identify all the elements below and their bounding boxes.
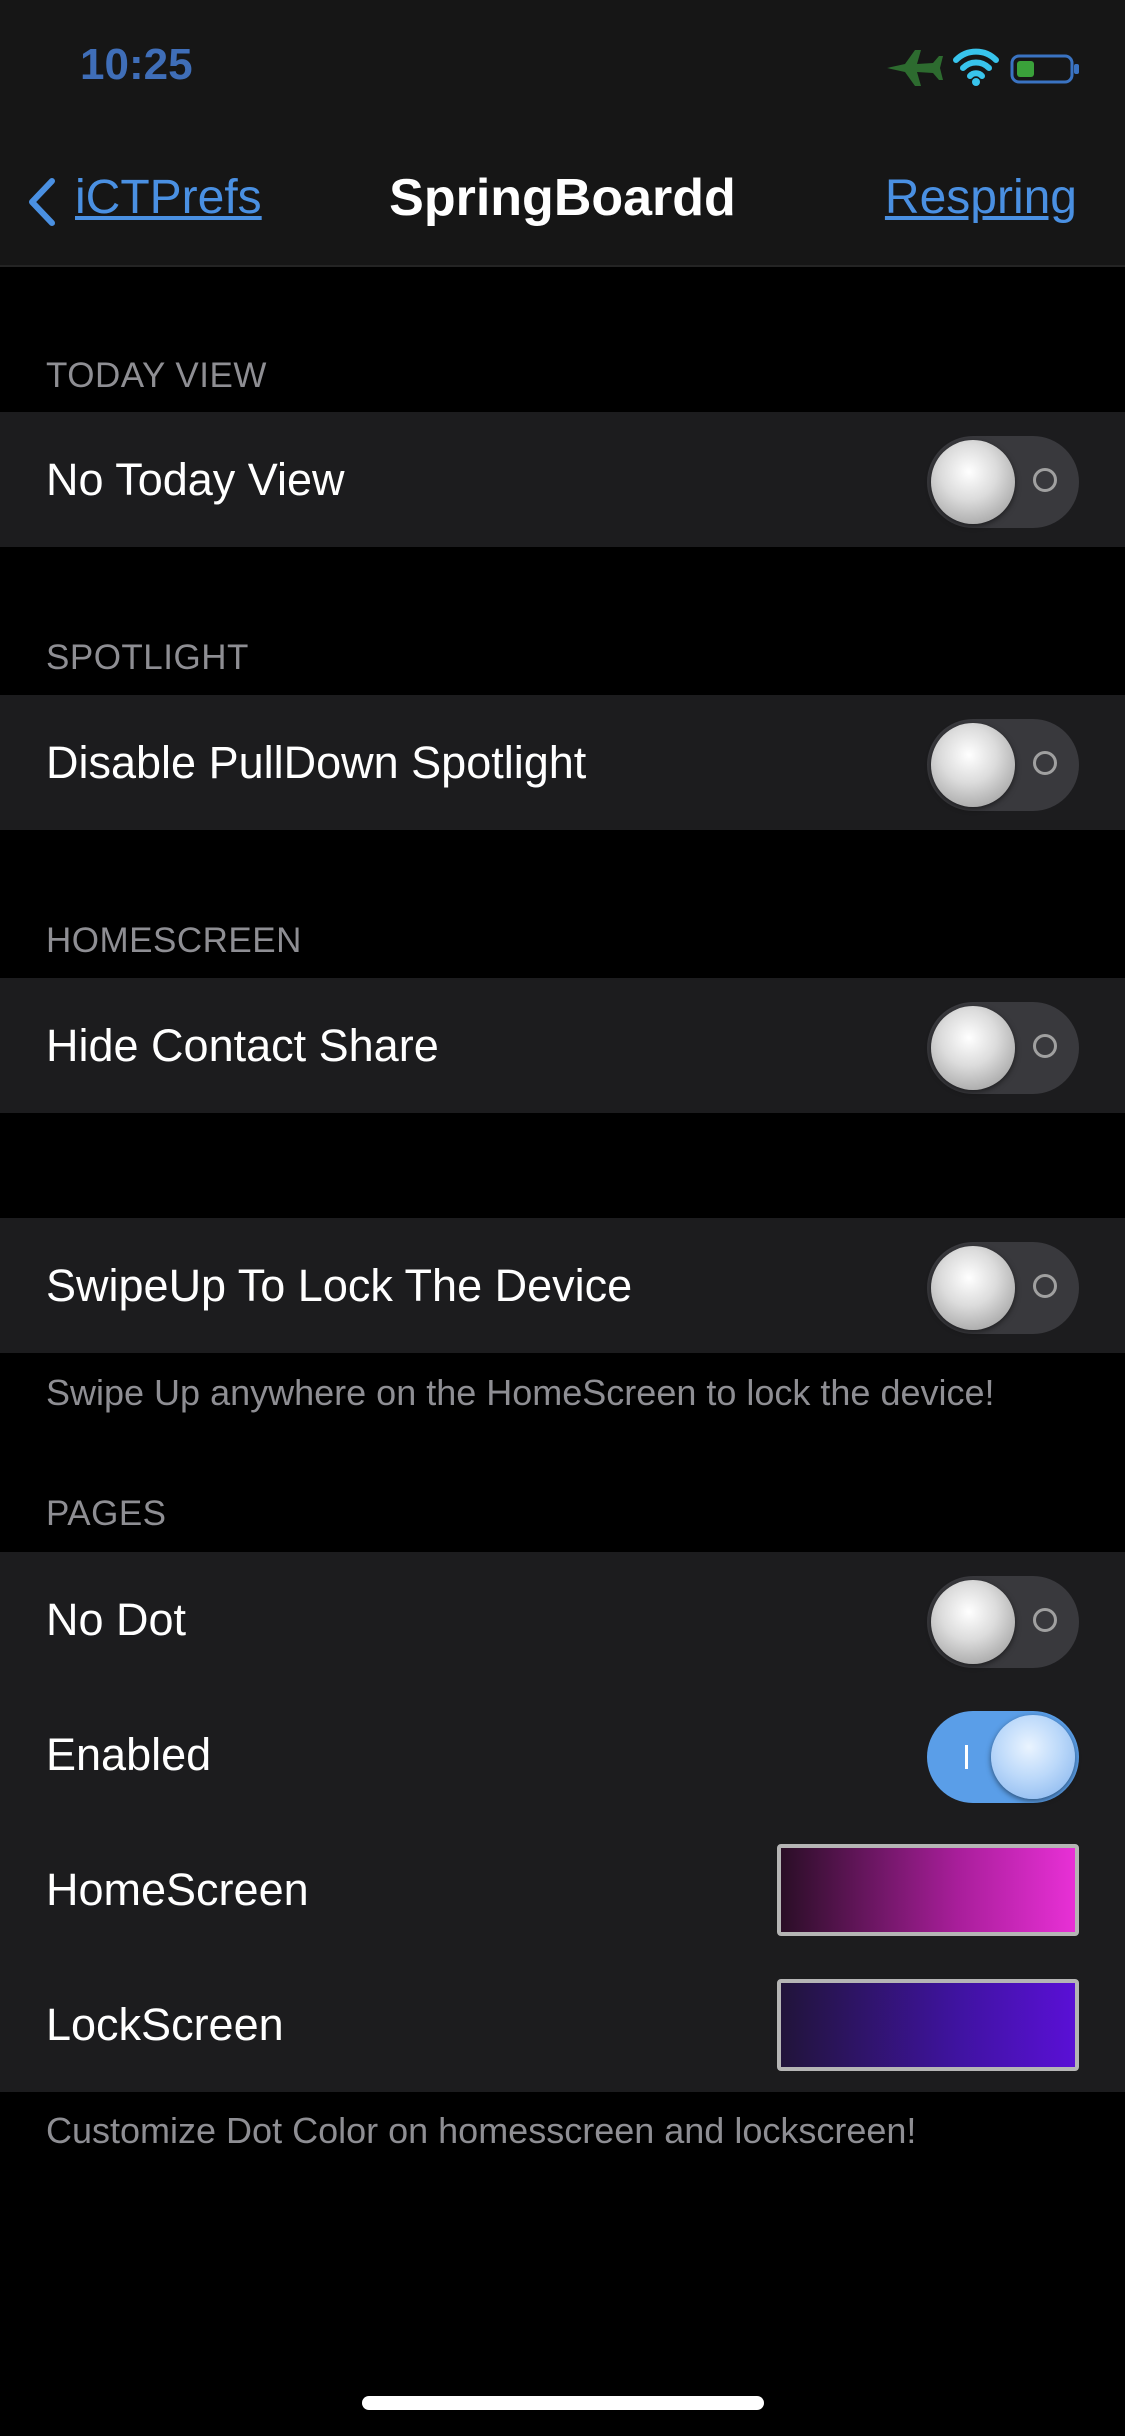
spotlight-group: Disable PullDown Spotlight	[0, 695, 1125, 830]
no-today-view-label: No Today View	[46, 454, 345, 505]
no-today-view-toggle[interactable]	[927, 436, 1079, 528]
no-dot-row: No Dot	[0, 1552, 1125, 1687]
status-bar: 10:25	[0, 0, 1125, 140]
homescreen-color-swatch[interactable]	[777, 1844, 1079, 1936]
home-indicator[interactable]	[362, 2396, 764, 2410]
no-dot-label: No Dot	[46, 1594, 187, 1645]
navigation-bar: iCTPrefs SpringBoardd Respring	[0, 140, 1125, 267]
wifi-icon	[953, 48, 999, 86]
no-today-view-row: No Today View	[0, 412, 1125, 547]
hide-contact-share-toggle[interactable]	[927, 1002, 1079, 1094]
enabled-row: Enabled	[0, 1687, 1125, 1822]
no-dot-toggle[interactable]	[927, 1576, 1079, 1668]
section-header-homescreen: HOMESCREEN	[46, 921, 302, 960]
battery-icon	[1010, 54, 1079, 84]
lockscreen-color-row: LockScreen	[0, 1957, 1125, 2092]
homescreen-color-label: HomeScreen	[46, 1864, 309, 1915]
hide-contact-share-row: Hide Contact Share	[0, 978, 1125, 1113]
respring-button[interactable]: Respring	[885, 170, 1077, 225]
homescreen-color-row: HomeScreen	[0, 1822, 1125, 1957]
swipe-up-lock-label: SwipeUp To Lock The Device	[46, 1260, 633, 1311]
dot-color-footer: Customize Dot Color on homesscreen and l…	[46, 2110, 917, 2151]
airplane-icon	[887, 50, 943, 86]
homescreen-group: Hide Contact Share	[0, 978, 1125, 1113]
pages-group: No Dot Enabled HomeScreen LockScreen	[0, 1552, 1125, 2092]
swipe-up-lock-toggle[interactable]	[927, 1242, 1079, 1334]
disable-pulldown-spotlight-label: Disable PullDown Spotlight	[46, 737, 587, 788]
enabled-label: Enabled	[46, 1729, 212, 1780]
swipe-up-lock-row: SwipeUp To Lock The Device	[0, 1218, 1125, 1353]
enabled-toggle[interactable]	[927, 1711, 1079, 1803]
section-header-today-view: TODAY VIEW	[46, 356, 267, 395]
section-header-pages: PAGES	[46, 1494, 167, 1533]
status-time: 10:25	[80, 40, 193, 89]
lockscreen-color-swatch[interactable]	[777, 1979, 1079, 2071]
hide-contact-share-label: Hide Contact Share	[46, 1020, 439, 1071]
disable-pulldown-spotlight-toggle[interactable]	[927, 719, 1079, 811]
swipe-lock-group: SwipeUp To Lock The Device	[0, 1218, 1125, 1353]
today-view-group: No Today View	[0, 412, 1125, 547]
disable-pulldown-spotlight-row: Disable PullDown Spotlight	[0, 695, 1125, 830]
swipe-lock-footer: Swipe Up anywhere on the HomeScreen to l…	[46, 1372, 995, 1413]
section-header-spotlight: SPOTLIGHT	[46, 638, 249, 677]
lockscreen-color-label: LockScreen	[46, 1999, 284, 2050]
